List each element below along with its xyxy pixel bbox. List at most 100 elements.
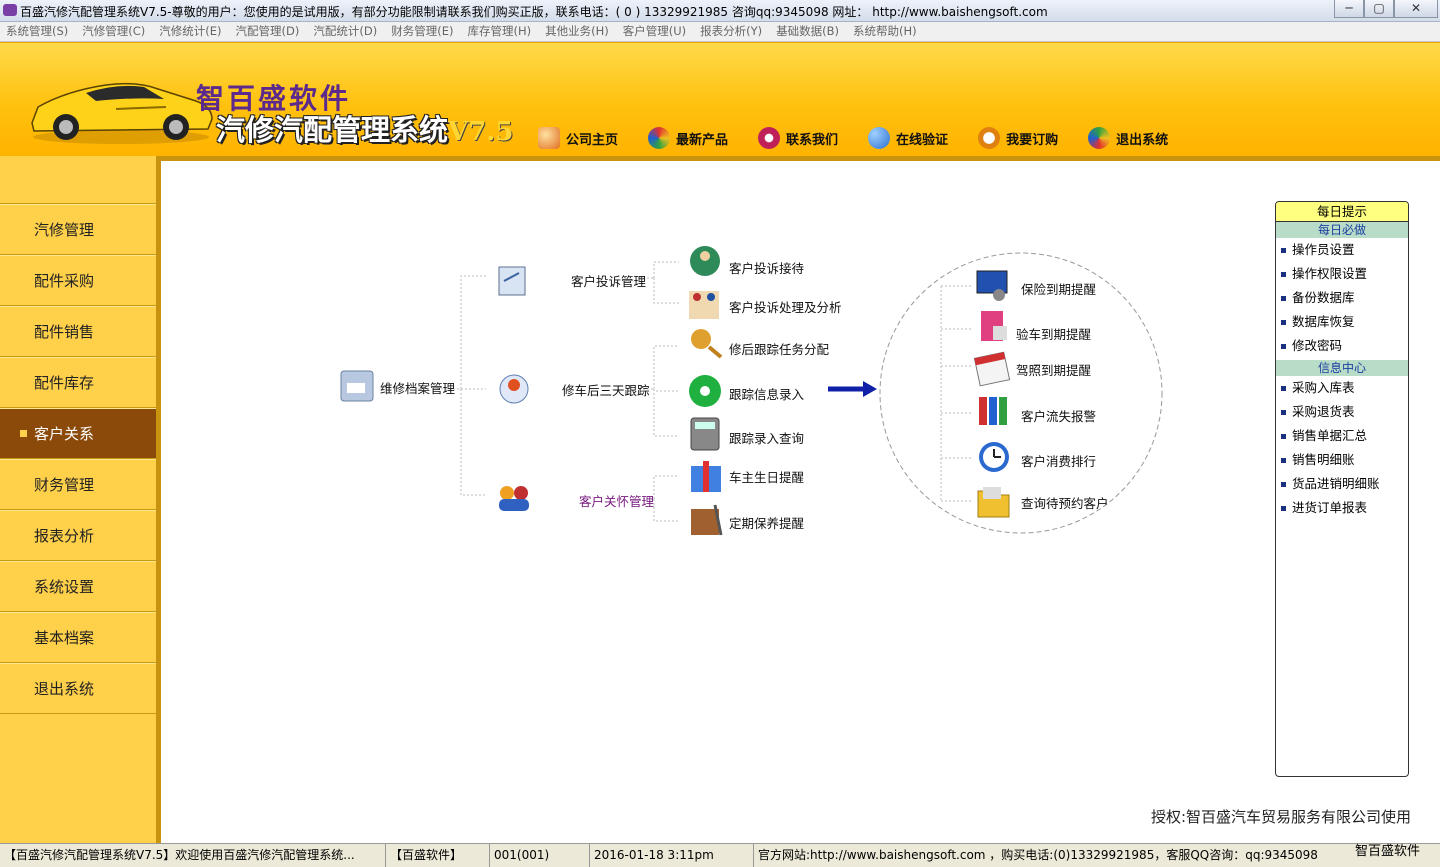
panel-item-operator[interactable]: 操作员设置 — [1276, 238, 1408, 262]
item-birthday-reminder[interactable]: 车主生日提醒 — [729, 470, 805, 485]
app-car-icon — [3, 4, 17, 16]
node-root[interactable]: 维修档案管理 — [380, 381, 456, 396]
task-assign-icon[interactable] — [691, 329, 723, 359]
folder-icon[interactable] — [977, 487, 1010, 518]
sidebar-item-settings[interactable]: 系统设置 — [0, 561, 156, 612]
item-tracking-query[interactable]: 跟踪录入查询 — [729, 431, 804, 446]
sports-car-logo — [31, 82, 213, 144]
sidebar-item-sales[interactable]: 配件销售 — [0, 306, 156, 357]
sidebar-item-purchase[interactable]: 配件采购 — [0, 255, 156, 306]
sidebar-item-basedata[interactable]: 基本档案 — [0, 612, 156, 663]
panel-item-backup[interactable]: 备份数据库 — [1276, 286, 1408, 310]
radiation-icon[interactable] — [689, 375, 721, 407]
minimize-button[interactable]: ─ — [1334, 0, 1364, 18]
monitor-icon[interactable] — [976, 270, 1008, 301]
clock-icon[interactable] — [979, 442, 1009, 472]
panel-title: 每日提示 — [1276, 202, 1408, 222]
sidebar-item-exit[interactable]: 退出系统 — [0, 663, 156, 714]
panel-item-permissions[interactable]: 操作权限设置 — [1276, 262, 1408, 286]
panel-section-daily: 每日必做 — [1276, 222, 1408, 238]
nav-label: 公司主页 — [566, 132, 619, 148]
maximize-button[interactable]: ▢ — [1364, 0, 1394, 18]
complaint-analysis-icon[interactable] — [689, 291, 719, 319]
menu-basedata[interactable]: 基础数据(B) — [776, 22, 839, 41]
calendar-icon[interactable] — [973, 351, 1011, 387]
nav-label: 退出系统 — [1116, 132, 1169, 148]
reminder-inspection[interactable]: 验车到期提醒 — [1016, 327, 1092, 342]
panel-item-password[interactable]: 修改密码 — [1276, 334, 1408, 358]
reminder-insurance[interactable]: 保险到期提醒 — [1021, 282, 1097, 297]
nav-contact-us[interactable]: 联系我们 — [758, 127, 838, 149]
nav-order[interactable]: 我要订购 — [978, 127, 1058, 149]
menu-parts-stats[interactable]: 汽配统计(D) — [313, 22, 377, 41]
item-tracking-input[interactable]: 跟踪信息录入 — [729, 387, 805, 402]
item-maintenance-reminder[interactable]: 定期保养提醒 — [729, 516, 805, 531]
contact-icon — [758, 127, 781, 149]
gift-icon[interactable] — [691, 461, 721, 492]
menu-reports[interactable]: 报表分析(Y) — [700, 22, 762, 41]
nav-exit[interactable]: 退出系统 — [1088, 127, 1168, 149]
status-welcome: 【百盛汽修汽配管理系统V7.5】欢迎使用百盛汽修汽配管理系统... — [0, 844, 386, 867]
panel-item-sales-summary[interactable]: 销售单据汇总 — [1276, 424, 1408, 448]
binders-icon[interactable] — [979, 397, 1007, 425]
link-icon — [868, 127, 891, 149]
home-icon — [538, 127, 560, 149]
item-complaint-reception[interactable]: 客户投诉接待 — [729, 261, 805, 276]
archive-folder-icon[interactable] — [340, 370, 374, 402]
menu-system[interactable]: 系统管理(S) — [6, 22, 68, 41]
complaint-icon[interactable] — [498, 266, 526, 296]
crm-flow-diagram: 维修档案管理 客户投诉管理 修车后三天跟踪 客户关怀管理 客户投诉接待 客户投诉… — [340, 246, 1163, 536]
status-contact: 官方网站:http://www.baishengsoft.com ，购买电话:(… — [754, 844, 1440, 867]
menu-help[interactable]: 系统帮助(H) — [853, 22, 917, 41]
maintenance-box-icon[interactable] — [691, 504, 723, 536]
sidebar: 汽修管理 配件采购 配件销售 配件库存 客户关系 财务管理 报表分析 系统设置 … — [0, 156, 156, 843]
sidebar-item-finance[interactable]: 财务管理 — [0, 459, 156, 510]
pinwheel-icon — [648, 127, 671, 149]
authorization-text: 授权:智百盛汽车贸易服务有限公司使用 — [1151, 808, 1412, 826]
menu-repair[interactable]: 汽修管理(C) — [82, 22, 145, 41]
item-complaint-analysis[interactable]: 客户投诉处理及分析 — [729, 300, 842, 315]
main-content: 维修档案管理 客户投诉管理 修车后三天跟踪 客户关怀管理 客户投诉接待 客户投诉… — [156, 156, 1440, 843]
panel-item-sales-detail[interactable]: 销售明细账 — [1276, 448, 1408, 472]
sidebar-item-repair[interactable]: 汽修管理 — [0, 204, 156, 255]
group-complaint[interactable]: 客户投诉管理 — [571, 274, 647, 289]
followup-icon[interactable] — [499, 374, 529, 404]
reminder-churn[interactable]: 客户流失报警 — [1021, 409, 1096, 424]
complaint-reception-icon[interactable] — [690, 246, 720, 276]
close-button[interactable]: ✕ — [1394, 0, 1438, 18]
inspection-icon[interactable] — [981, 311, 1007, 341]
menu-finance[interactable]: 财务管理(E) — [391, 22, 453, 41]
status-brand: 智百盛软件 — [1354, 844, 1420, 859]
calculator-icon[interactable] — [690, 417, 720, 451]
logo-system-name: 汽修汽配管理系统V7.5 — [216, 107, 513, 149]
menu-parts[interactable]: 汽配管理(D) — [236, 22, 300, 41]
menu-other[interactable]: 其他业务(H) — [545, 22, 609, 41]
nav-company-home[interactable]: 公司主页 — [538, 127, 618, 149]
daily-tips-panel: 每日提示 每日必做 操作员设置 操作权限设置 备份数据库 数据库恢复 修改密码 … — [1275, 201, 1409, 777]
menu-customer[interactable]: 客户管理(U) — [623, 22, 686, 41]
group-followup[interactable]: 修车后三天跟踪 — [562, 383, 650, 398]
panel-item-goods-detail[interactable]: 货品进销明细账 — [1276, 472, 1408, 496]
sidebar-item-customer[interactable]: 客户关系 — [0, 408, 156, 459]
reminder-license[interactable]: 驾照到期提醒 — [1016, 363, 1092, 378]
sidebar-item-inventory[interactable]: 配件库存 — [0, 357, 156, 408]
exit-icon — [1088, 127, 1111, 149]
nav-online-verify[interactable]: 在线验证 — [868, 127, 948, 149]
reminder-ranking[interactable]: 客户消费排行 — [1021, 454, 1096, 469]
menu-repair-stats[interactable]: 汽修统计(E) — [159, 22, 221, 41]
customer-care-icon[interactable] — [499, 486, 529, 511]
panel-item-purchase-order[interactable]: 进货订单报表 — [1276, 496, 1408, 520]
group-care[interactable]: 客户关怀管理 — [579, 494, 655, 509]
logo-version: V7.5 — [448, 117, 514, 147]
nav-label: 最新产品 — [676, 132, 729, 148]
menu-inventory[interactable]: 库存管理(H) — [467, 22, 531, 41]
panel-item-purchase-return[interactable]: 采购退货表 — [1276, 400, 1408, 424]
nav-new-products[interactable]: 最新产品 — [648, 127, 728, 149]
item-task-assign[interactable]: 修后跟踪任务分配 — [729, 342, 830, 357]
sidebar-item-reports[interactable]: 报表分析 — [0, 510, 156, 561]
reminder-appointment[interactable]: 查询待预约客户 — [1021, 496, 1109, 511]
nav-label: 我要订购 — [1006, 132, 1059, 148]
panel-item-restore[interactable]: 数据库恢复 — [1276, 310, 1408, 334]
active-marker-icon — [20, 430, 27, 437]
panel-item-purchase-in[interactable]: 采购入库表 — [1276, 376, 1408, 400]
